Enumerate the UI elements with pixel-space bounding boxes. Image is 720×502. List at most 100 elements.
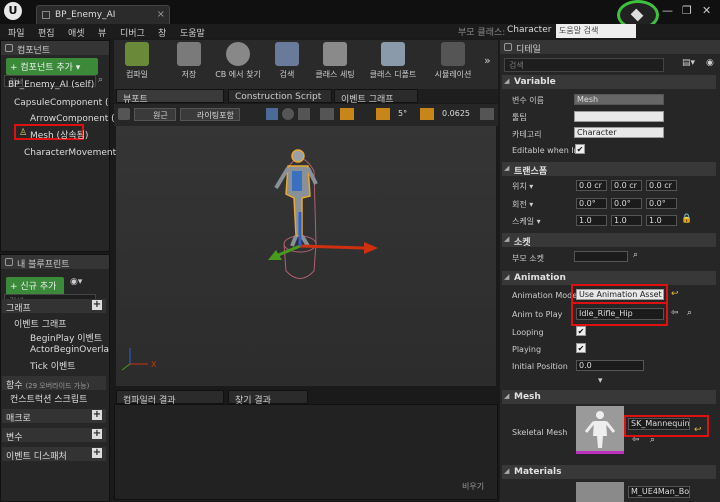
rotation-snap-value[interactable]: 5° <box>398 109 407 118</box>
socket-search-icon[interactable]: ⌕ <box>633 250 638 260</box>
add-dispatcher-icon[interactable]: + <box>92 448 102 458</box>
gizmo-y-axis[interactable] <box>275 244 301 258</box>
scale-snap-value[interactable]: 0.0625 <box>442 109 470 118</box>
maximize-icon[interactable]: ❐ <box>682 4 692 17</box>
search-button[interactable]: 검색 <box>264 42 310 80</box>
rotation-y-input[interactable]: 0.0° <box>611 198 642 209</box>
scale-tool-icon[interactable] <box>298 108 310 120</box>
material-thumbnail[interactable] <box>576 482 624 502</box>
materials-section-header[interactable]: Materials <box>502 465 716 479</box>
variables-section[interactable]: 변수 + <box>2 428 106 443</box>
mesh-section-header[interactable]: Mesh <box>502 390 716 404</box>
grid-snap-icon[interactable] <box>340 108 354 120</box>
location-x-input[interactable]: 0.0 cr <box>576 180 607 191</box>
event-tick[interactable]: Tick 이벤트 <box>30 359 76 372</box>
viewport-canvas[interactable]: X <box>116 126 496 386</box>
rotate-tool-icon[interactable] <box>282 108 294 120</box>
reset-to-default-icon[interactable]: ↩ <box>671 289 679 299</box>
lighting-mode-button[interactable]: 라이팅포함 <box>180 108 240 121</box>
location-y-input[interactable]: 0.0 cr <box>611 180 642 191</box>
help-search-input[interactable]: 도움말 검색 <box>556 24 636 38</box>
add-component-button[interactable]: + 컴포넌트 추가 ▾ <box>6 58 98 75</box>
location-z-input[interactable]: 0.0 cr <box>646 180 677 191</box>
tab-viewport[interactable]: 뷰포트 <box>116 89 224 105</box>
details-search-input[interactable]: 검색 <box>504 58 664 72</box>
tab-find-results[interactable]: 찾기 결과 <box>228 390 308 406</box>
material-select[interactable]: M_UE4Man_Bo <box>628 486 690 498</box>
window-close-icon[interactable]: ✕ <box>702 4 711 17</box>
var-name-input[interactable]: Mesh <box>574 94 664 105</box>
menu-file[interactable]: 파일 <box>8 26 25 39</box>
tree-item-character-movement[interactable]: CharacterMovement <box>24 148 116 158</box>
viewport-options-button[interactable] <box>118 108 130 120</box>
surface-snap-icon[interactable] <box>320 108 334 120</box>
anim-to-play-select[interactable]: Idle_Rifle_Hip <box>576 308 664 320</box>
class-settings-button[interactable]: 클래스 세팅 <box>308 42 362 80</box>
location-label[interactable]: 위치 ▾ <box>512 181 533 192</box>
simulation-button[interactable]: 시뮬레이션 <box>426 42 480 80</box>
event-actor-begin-overlap[interactable]: ActorBeginOverla <box>30 345 109 355</box>
add-macro-icon[interactable]: + <box>92 410 102 420</box>
browse-asset-icon[interactable]: ⌕ <box>687 308 692 318</box>
clear-button[interactable]: 비우기 <box>462 481 484 492</box>
menu-edit[interactable]: 편집 <box>38 26 55 39</box>
looping-checkbox[interactable]: ✔ <box>576 326 586 336</box>
scale-z-input[interactable]: 1.0 <box>646 215 677 226</box>
add-variable-icon[interactable]: + <box>92 429 102 439</box>
tab-construction-script[interactable]: Construction Script <box>228 89 332 103</box>
lock-scale-icon[interactable]: 🔒 <box>681 214 692 224</box>
anim-mode-select[interactable]: Use Animation Asset <box>576 289 664 300</box>
scale-label[interactable]: 스케일 ▾ <box>512 216 541 227</box>
scale-x-input[interactable]: 1.0 <box>576 215 607 226</box>
browse-mesh-icon[interactable]: ⌕ <box>650 435 655 445</box>
rotation-snap-icon[interactable] <box>376 108 390 120</box>
compile-button[interactable]: 컴파일 <box>114 42 160 80</box>
parent-socket-input[interactable] <box>574 251 628 262</box>
perspective-button[interactable]: 원근 <box>134 108 176 121</box>
scale-snap-icon[interactable] <box>420 108 434 120</box>
category-select[interactable]: Character <box>574 127 664 138</box>
animation-section-header[interactable]: Animation <box>502 271 716 285</box>
rotation-z-input[interactable]: 0.0° <box>646 198 677 209</box>
tree-item-mesh[interactable]: Mesh (상속됨) <box>30 128 88 141</box>
macros-section[interactable]: 매크로 + <box>2 409 106 424</box>
view-options-icon[interactable]: ◉ <box>706 58 714 68</box>
tab-event-graph[interactable]: 이벤트 그래프 <box>334 89 418 105</box>
close-icon[interactable]: × <box>157 9 165 20</box>
tooltip-input[interactable] <box>574 111 664 122</box>
playing-checkbox[interactable]: ✔ <box>576 343 586 353</box>
advanced-expand-icon[interactable]: ▾ <box>598 376 603 386</box>
gizmo-x-arrow[interactable] <box>364 242 378 254</box>
eye-icon[interactable]: ◉▾ <box>70 277 82 287</box>
menu-debug[interactable]: 디버그 <box>120 26 145 39</box>
menu-view[interactable]: 뷰 <box>98 26 106 39</box>
use-selected-mesh-icon[interactable]: ⇦ <box>632 435 640 445</box>
editable-checkbox[interactable]: ✔ <box>575 144 585 154</box>
skeletal-mesh-select[interactable]: SK_Mannequin <box>628 418 690 430</box>
initial-position-input[interactable]: 0.0 <box>576 360 644 371</box>
construction-script-item[interactable]: 컨스트럭션 스크립트 <box>10 392 87 405</box>
event-dispatchers-section[interactable]: 이벤트 디스패처 + <box>2 447 106 462</box>
event-beginplay[interactable]: BeginPlay 이벤트 <box>30 331 102 344</box>
tab-compiler-results[interactable]: 컴파일러 결과 <box>116 390 224 406</box>
sockets-section-header[interactable]: 소켓 <box>502 233 716 248</box>
tree-item-self[interactable]: BP_Enemy_AI (self) <box>8 80 94 90</box>
rotation-x-input[interactable]: 0.0° <box>576 198 607 209</box>
skeletal-mesh-thumbnail[interactable] <box>576 406 624 454</box>
translate-tool-icon[interactable] <box>266 108 278 120</box>
add-graph-icon[interactable]: + <box>92 300 102 310</box>
rotation-label[interactable]: 회전 ▾ <box>512 199 533 210</box>
parent-class-value[interactable]: Character <box>507 25 551 35</box>
menu-window[interactable]: 창 <box>158 26 166 39</box>
tree-item-arrow[interactable]: ArrowComponent ( <box>30 114 115 124</box>
transform-section-header[interactable]: 트랜스폼 <box>502 162 716 177</box>
property-matrix-icon[interactable]: ▤▾ <box>682 58 695 68</box>
find-in-cb-button[interactable]: CB 에서 찾기 <box>210 42 266 80</box>
event-graph-item[interactable]: 이벤트 그래프 <box>14 317 67 330</box>
toolbar-overflow-icon[interactable]: » <box>484 54 491 67</box>
class-defaults-button[interactable]: 클래스 디폴트 <box>364 42 422 80</box>
graphs-section[interactable]: 그래프 + <box>2 299 106 314</box>
use-selected-icon[interactable]: ⇦ <box>671 308 679 318</box>
camera-speed-icon[interactable] <box>480 108 494 120</box>
functions-section[interactable]: 함수 (29 오버라이드 가능) <box>2 376 106 391</box>
